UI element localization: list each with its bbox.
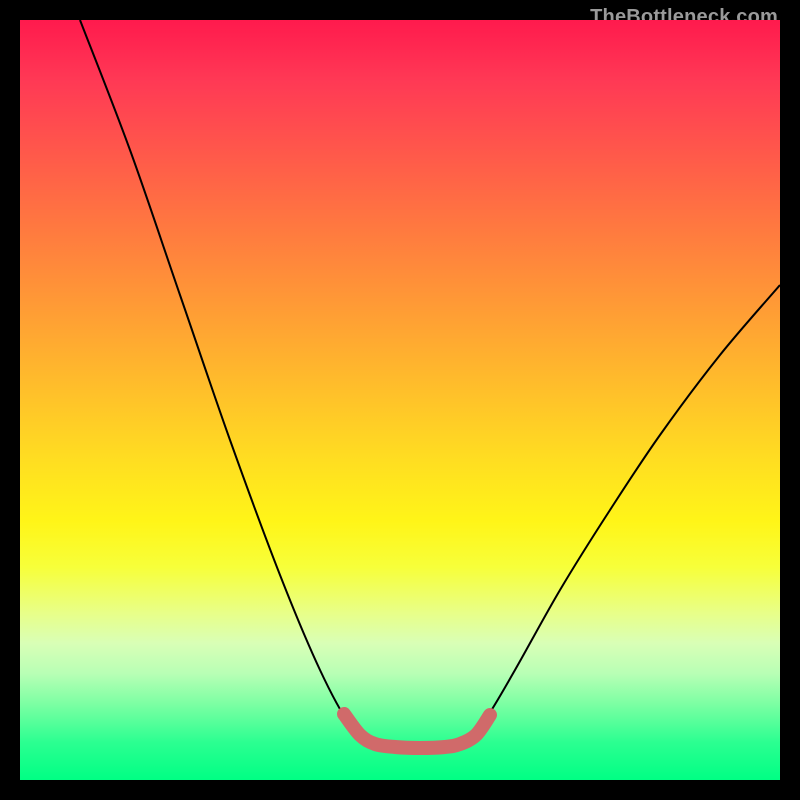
highlight-segment — [344, 714, 490, 748]
chart-container: TheBottleneck.com — [0, 0, 800, 800]
series-layer — [20, 20, 780, 780]
main-curve — [80, 20, 780, 748]
plot-area — [20, 20, 780, 780]
